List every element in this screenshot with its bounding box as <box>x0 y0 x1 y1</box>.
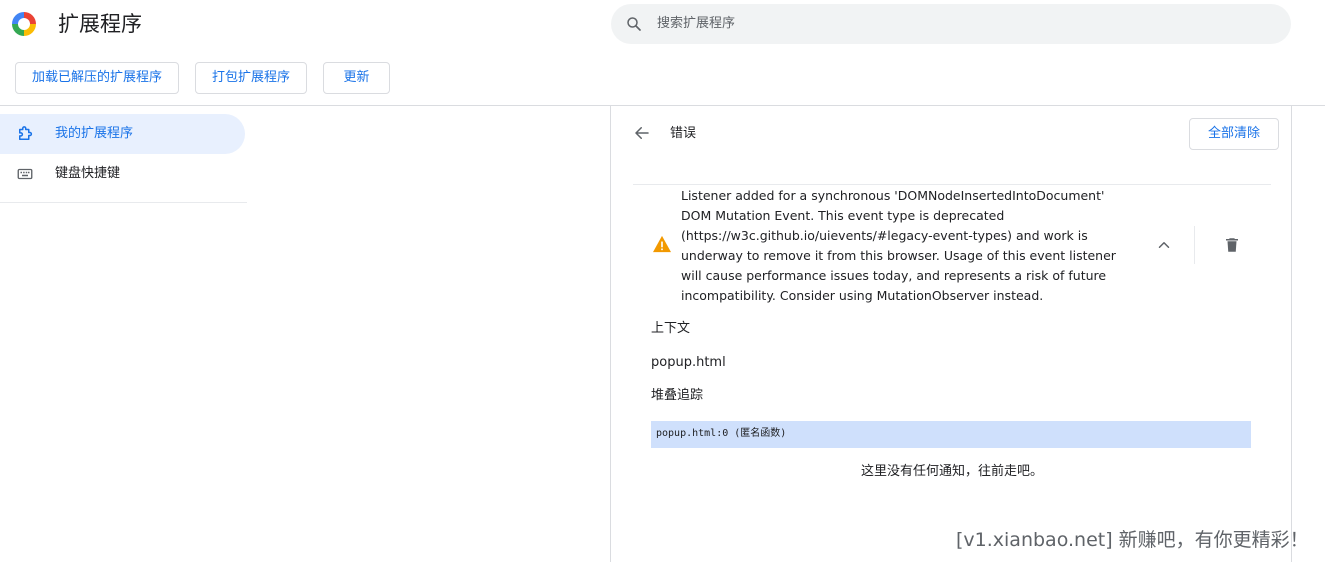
search-icon <box>627 17 641 31</box>
chrome-logo-icon <box>12 12 36 36</box>
page-title: 扩展程序 <box>58 12 142 36</box>
stack-trace-line: popup.html:0 (匿名函数) <box>656 428 787 439</box>
chevron-up-icon[interactable] <box>1155 236 1173 254</box>
load-unpacked-button[interactable]: 加载已解压的扩展程序 <box>15 62 179 94</box>
sidebar-item-my-extensions[interactable]: 我的扩展程序 <box>0 114 245 154</box>
stack-trace-row[interactable]: popup.html:0 (匿名函数) <box>651 421 1251 448</box>
watermark: [v1.xianbao.net] 新赚吧，有你更精彩！ <box>956 529 1309 551</box>
search-bar[interactable]: 搜索扩展程序 <box>611 4 1291 44</box>
stack-trace-label: 堆叠追踪 <box>651 388 704 403</box>
header: 扩展程序 搜索扩展程序 <box>0 0 1325 48</box>
extension-icon <box>19 126 33 140</box>
search-input[interactable]: 搜索扩展程序 <box>657 15 735 33</box>
sidebar-item-keyboard-shortcuts[interactable]: 键盘快捷键 <box>0 154 245 194</box>
vertical-separator <box>1194 226 1195 264</box>
context-value: popup.html <box>651 355 726 370</box>
errors-panel: 错误 全部清除 Listener added for a synchronous… <box>610 106 1292 562</box>
update-button[interactable]: 更新 <box>323 62 390 94</box>
pack-extension-button[interactable]: 打包扩展程序 <box>195 62 307 94</box>
toolbar: 加载已解压的扩展程序 打包扩展程序 更新 <box>0 48 1325 106</box>
context-label: 上下文 <box>651 321 691 336</box>
warning-icon <box>653 235 671 253</box>
sidebar-item-label: 我的扩展程序 <box>55 126 134 141</box>
trash-icon[interactable] <box>1223 235 1241 255</box>
back-arrow-icon[interactable] <box>633 124 651 142</box>
keyboard-icon <box>17 168 33 180</box>
clear-all-button[interactable]: 全部清除 <box>1189 118 1279 150</box>
sidebar: 我的扩展程序 键盘快捷键 <box>0 106 247 203</box>
no-more-notice: 这里没有任何通知，往前走吧。 <box>860 464 1043 479</box>
divider <box>633 184 1271 185</box>
sidebar-item-label: 键盘快捷键 <box>55 166 121 181</box>
errors-title: 错误 <box>670 126 697 141</box>
error-message: Listener added for a synchronous 'DOMNod… <box>681 188 1116 303</box>
